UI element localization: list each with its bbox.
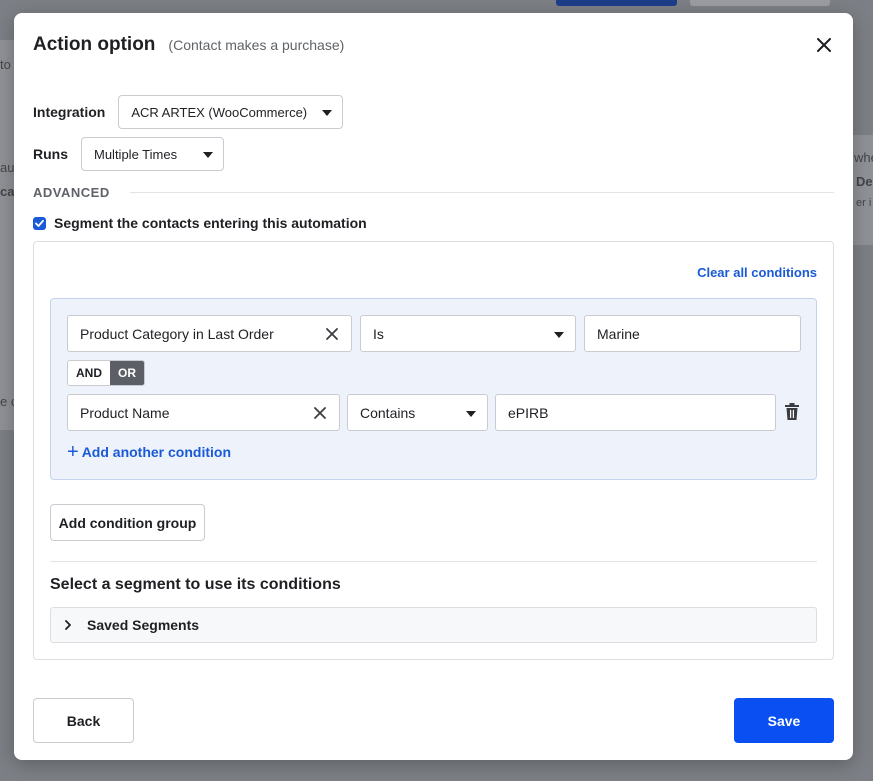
runs-label: Runs (33, 146, 68, 162)
saved-segment-heading: Select a segment to use its conditions (50, 576, 341, 593)
condition-group: Product Category in Last Order Is Marine… (50, 298, 817, 480)
condition-value-text: Marine (597, 325, 640, 342)
background-text: ca (0, 184, 15, 199)
condition-field-value: Product Name (80, 404, 170, 421)
saved-segments-accordion[interactable]: Saved Segments (50, 607, 817, 643)
background-text: De (856, 174, 873, 189)
condition-operator-value: Contains (360, 404, 416, 421)
or-button[interactable]: OR (110, 361, 144, 385)
background-text: au (0, 160, 15, 175)
clear-icon[interactable] (313, 406, 327, 420)
segment-checkbox[interactable] (33, 216, 46, 230)
integration-select[interactable]: ACR ARTEX (WooCommerce) (118, 95, 344, 129)
condition-value-input[interactable]: Marine (584, 315, 801, 352)
background-primary-button (556, 0, 677, 6)
close-button[interactable] (813, 34, 835, 56)
integration-row: Integration ACR ARTEX (WooCommerce) (33, 95, 344, 129)
background-card-left (0, 40, 14, 430)
caret-down-icon (203, 152, 213, 158)
advanced-label: ADVANCED (33, 184, 110, 200)
plus-icon: + (67, 441, 79, 463)
checkmark-icon (35, 219, 44, 227)
modal-subtitle: (Contact makes a purchase) (168, 37, 345, 53)
caret-down-icon (554, 331, 564, 338)
back-button[interactable]: Back (33, 698, 134, 743)
condition-field-value: Product Category in Last Order (80, 325, 274, 342)
background-text: to (0, 57, 11, 72)
runs-row: Runs Multiple Times (33, 137, 224, 171)
condition-operator-value: Is (373, 325, 384, 342)
runs-value: Multiple Times (94, 146, 178, 162)
chevron-right-icon (65, 620, 71, 630)
clear-icon[interactable] (325, 327, 339, 341)
save-button-label: Save (767, 712, 801, 729)
close-icon (817, 38, 831, 52)
integration-value: ACR ARTEX (WooCommerce) (131, 104, 308, 120)
background-secondary-button (690, 0, 830, 6)
condition-value-input[interactable]: ePIRB (495, 394, 776, 431)
modal-title: Action option (33, 34, 156, 55)
divider (50, 561, 817, 562)
segment-checkbox-row[interactable]: Segment the contacts entering this autom… (33, 215, 367, 231)
add-another-condition-link[interactable]: + Add another condition (67, 441, 232, 463)
and-button[interactable]: AND (68, 361, 110, 385)
integration-label: Integration (33, 104, 106, 120)
add-condition-group-button[interactable]: Add condition group (50, 504, 205, 541)
condition-operator-select[interactable]: Is (360, 315, 576, 352)
save-button[interactable]: Save (734, 698, 834, 743)
back-button-label: Back (66, 712, 101, 729)
action-option-modal: Action option (Contact makes a purchase)… (14, 13, 853, 760)
add-condition-label: Add another condition (81, 444, 232, 460)
add-condition-group-label: Add condition group (58, 514, 197, 531)
modal-header: Action option (Contact makes a purchase) (33, 34, 834, 58)
segment-conditions-panel: Clear all conditions Product Category in… (33, 241, 834, 660)
and-or-toggle: AND OR (67, 360, 145, 386)
clear-all-conditions-link[interactable]: Clear all conditions (697, 265, 817, 280)
caret-down-icon (466, 410, 476, 417)
condition-operator-select[interactable]: Contains (347, 394, 488, 431)
condition-field-select[interactable]: Product Category in Last Order (67, 315, 352, 352)
saved-segments-label: Saved Segments (87, 617, 200, 633)
condition-field-select[interactable]: Product Name (67, 394, 340, 431)
condition-value-text: ePIRB (508, 404, 549, 421)
segment-checkbox-label: Segment the contacts entering this autom… (54, 215, 367, 231)
background-text: er i (856, 197, 872, 209)
trash-icon[interactable] (784, 403, 800, 421)
runs-select[interactable]: Multiple Times (81, 137, 224, 171)
divider (129, 191, 834, 193)
advanced-section-header: ADVANCED (33, 183, 834, 201)
caret-down-icon (322, 110, 333, 116)
background-text: whe (854, 150, 873, 165)
